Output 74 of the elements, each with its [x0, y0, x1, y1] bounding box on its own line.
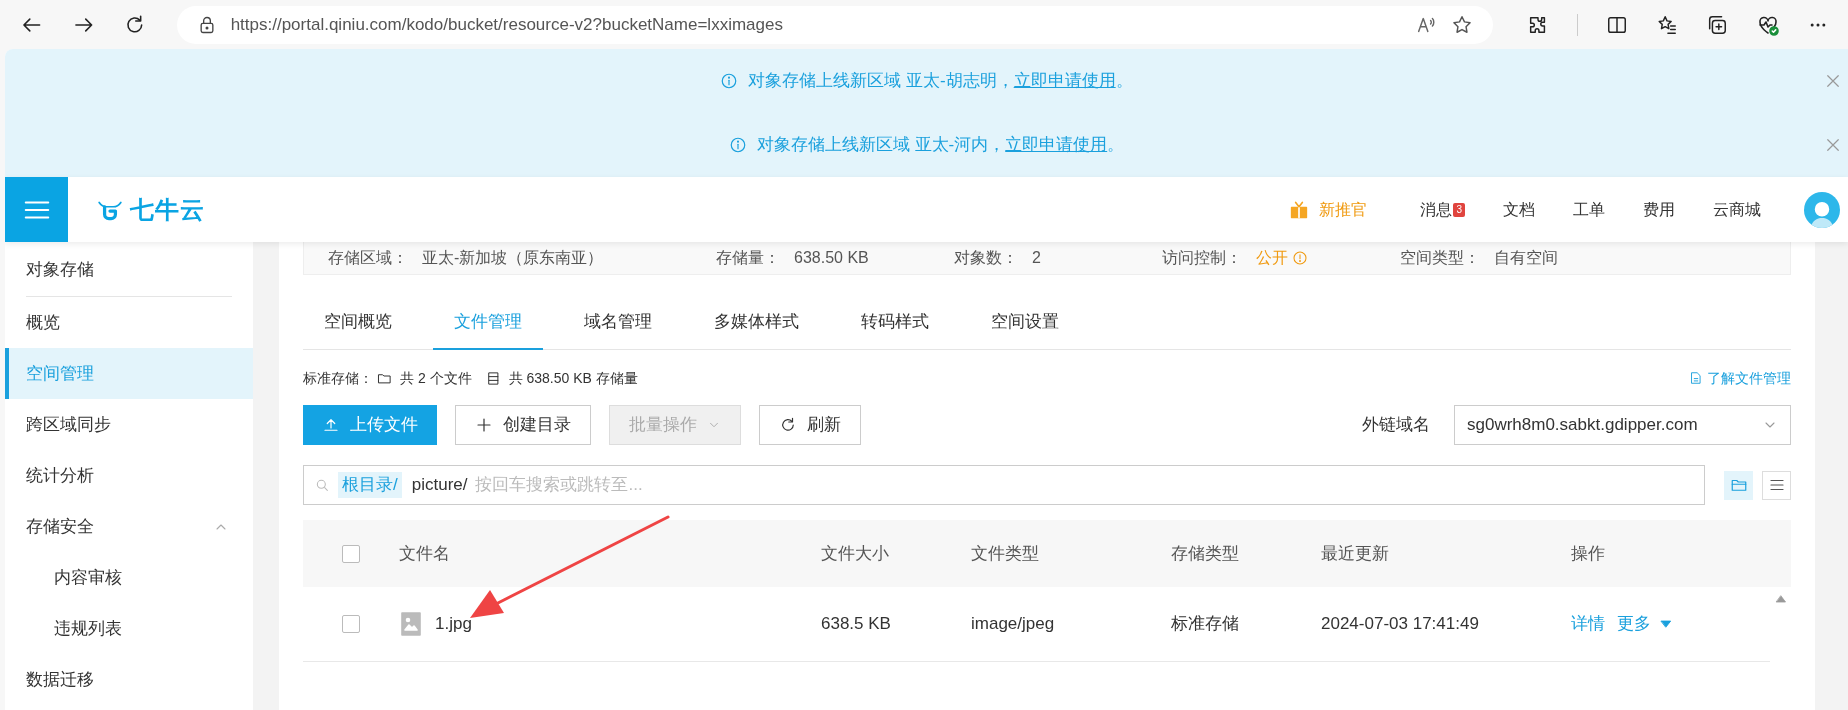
favorite-star-icon[interactable]	[1451, 13, 1473, 36]
info-label: 空间类型：	[1400, 248, 1480, 268]
info-value: 638.50 KB	[794, 248, 869, 268]
column-header: 文件类型	[971, 542, 1040, 565]
document-icon	[1689, 371, 1703, 385]
upload-icon	[322, 416, 340, 434]
file-count: 共 2 个文件	[400, 368, 472, 388]
table-cell-text: 638.5 KB	[821, 613, 892, 636]
info-value: 2	[1032, 248, 1041, 268]
info-label: 存储量：	[716, 248, 780, 268]
file-name-link[interactable]: 1.jpg	[435, 611, 472, 637]
count-badge: 3	[1453, 202, 1465, 217]
column-header: 最近更新	[1321, 542, 1390, 565]
info-value: 自有空间	[1494, 248, 1558, 268]
column-header: 文件大小	[821, 542, 890, 565]
collections-icon[interactable]	[1706, 13, 1728, 36]
sidebar-item[interactable]: 概览	[5, 297, 253, 348]
nav-link[interactable]: 云商城	[1694, 197, 1780, 222]
info-label: 对象数：	[954, 248, 1018, 268]
storage-size: 共 638.50 KB 存储量	[508, 368, 638, 388]
favorites-icon[interactable]	[1656, 13, 1678, 36]
info-label: 存储区域：	[328, 248, 408, 268]
sidebar-item[interactable]: 数据迁移	[5, 654, 253, 705]
table-cell-text: 标准存储	[1171, 613, 1240, 636]
gift-icon	[1289, 199, 1310, 220]
menu-button[interactable]	[5, 177, 68, 242]
path-search-field[interactable]: 根目录/ picture/ 按回车搜索或跳转至...	[303, 465, 1705, 505]
toolbar-button[interactable]: 刷新	[759, 405, 861, 445]
refresh-icon	[779, 416, 797, 434]
notice-text: 对象存储上线新区域 亚太-胡志明，立即申请使用。	[748, 70, 1133, 93]
view-toggle[interactable]	[1762, 470, 1791, 500]
sidebar-title: 对象存储	[26, 242, 232, 297]
tab[interactable]: 空间设置	[970, 296, 1080, 350]
sidebar-item[interactable]: 统计分析	[5, 450, 253, 501]
nav-link[interactable]: 文档	[1484, 197, 1554, 222]
column-header: 存储类型	[1171, 542, 1240, 565]
plus-icon	[475, 416, 493, 434]
info-label: 访问控制：	[1162, 248, 1242, 268]
checkbox[interactable]	[342, 615, 360, 633]
image-file-icon	[399, 611, 423, 637]
sidebar-item[interactable]: 内容审核	[5, 552, 253, 603]
info-value: 公开	[1256, 248, 1288, 268]
tab[interactable]: 转码样式	[840, 296, 950, 350]
domain-select[interactable]: sg0wrh8m0.sabkt.gdipper.com	[1454, 405, 1791, 445]
table-cell-text: image/jpeg	[971, 613, 1056, 636]
tab[interactable]: 空间概览	[303, 296, 413, 350]
domain-label: 外链域名	[1362, 414, 1430, 437]
tab[interactable]: 多媒体样式	[693, 296, 820, 350]
tab[interactable]: 域名管理	[563, 296, 673, 350]
info-icon	[720, 72, 739, 90]
info-value: 亚太-新加坡（原东南亚）	[422, 248, 604, 268]
info-icon	[728, 136, 747, 154]
folder-path: picture/	[411, 474, 468, 497]
nav-link[interactable]: 消息 3	[1401, 197, 1484, 222]
column-header: 文件名	[399, 542, 451, 565]
notice-text: 对象存储上线新区域 亚太-河内，立即申请使用。	[756, 134, 1125, 157]
nav-link[interactable]: 工单	[1554, 197, 1624, 222]
address-bar[interactable]: https://portal.qiniu.com/kodo/bucket/resource-v2?bucketName=lxximages	[176, 5, 1493, 44]
toolbar-button[interactable]: 创建目录	[455, 405, 591, 445]
sidebar-item[interactable]: 跨区域同步	[5, 399, 253, 450]
storage-label: 标准存储：	[303, 368, 373, 388]
checkbox[interactable]	[342, 544, 360, 563]
scroll-up-icon[interactable]	[1775, 593, 1787, 605]
warning-icon	[1292, 250, 1308, 266]
logo-text: 七牛云	[130, 194, 205, 225]
storage-icon	[485, 370, 501, 386]
view-toggle[interactable]	[1724, 470, 1753, 500]
column-header: 操作	[1571, 542, 1606, 565]
table-cell-text: 2024-07-03 17:41:49	[1321, 613, 1480, 636]
nav-link[interactable]: 费用	[1624, 197, 1694, 222]
sidebar-item[interactable]: 违规列表	[5, 603, 253, 654]
sidebar-item[interactable]: 存储安全	[5, 501, 253, 552]
url-text: https://portal.qiniu.com/kodo/bucket/resource-v2?bucketName=lxximages	[230, 13, 784, 36]
search-icon	[314, 477, 330, 493]
